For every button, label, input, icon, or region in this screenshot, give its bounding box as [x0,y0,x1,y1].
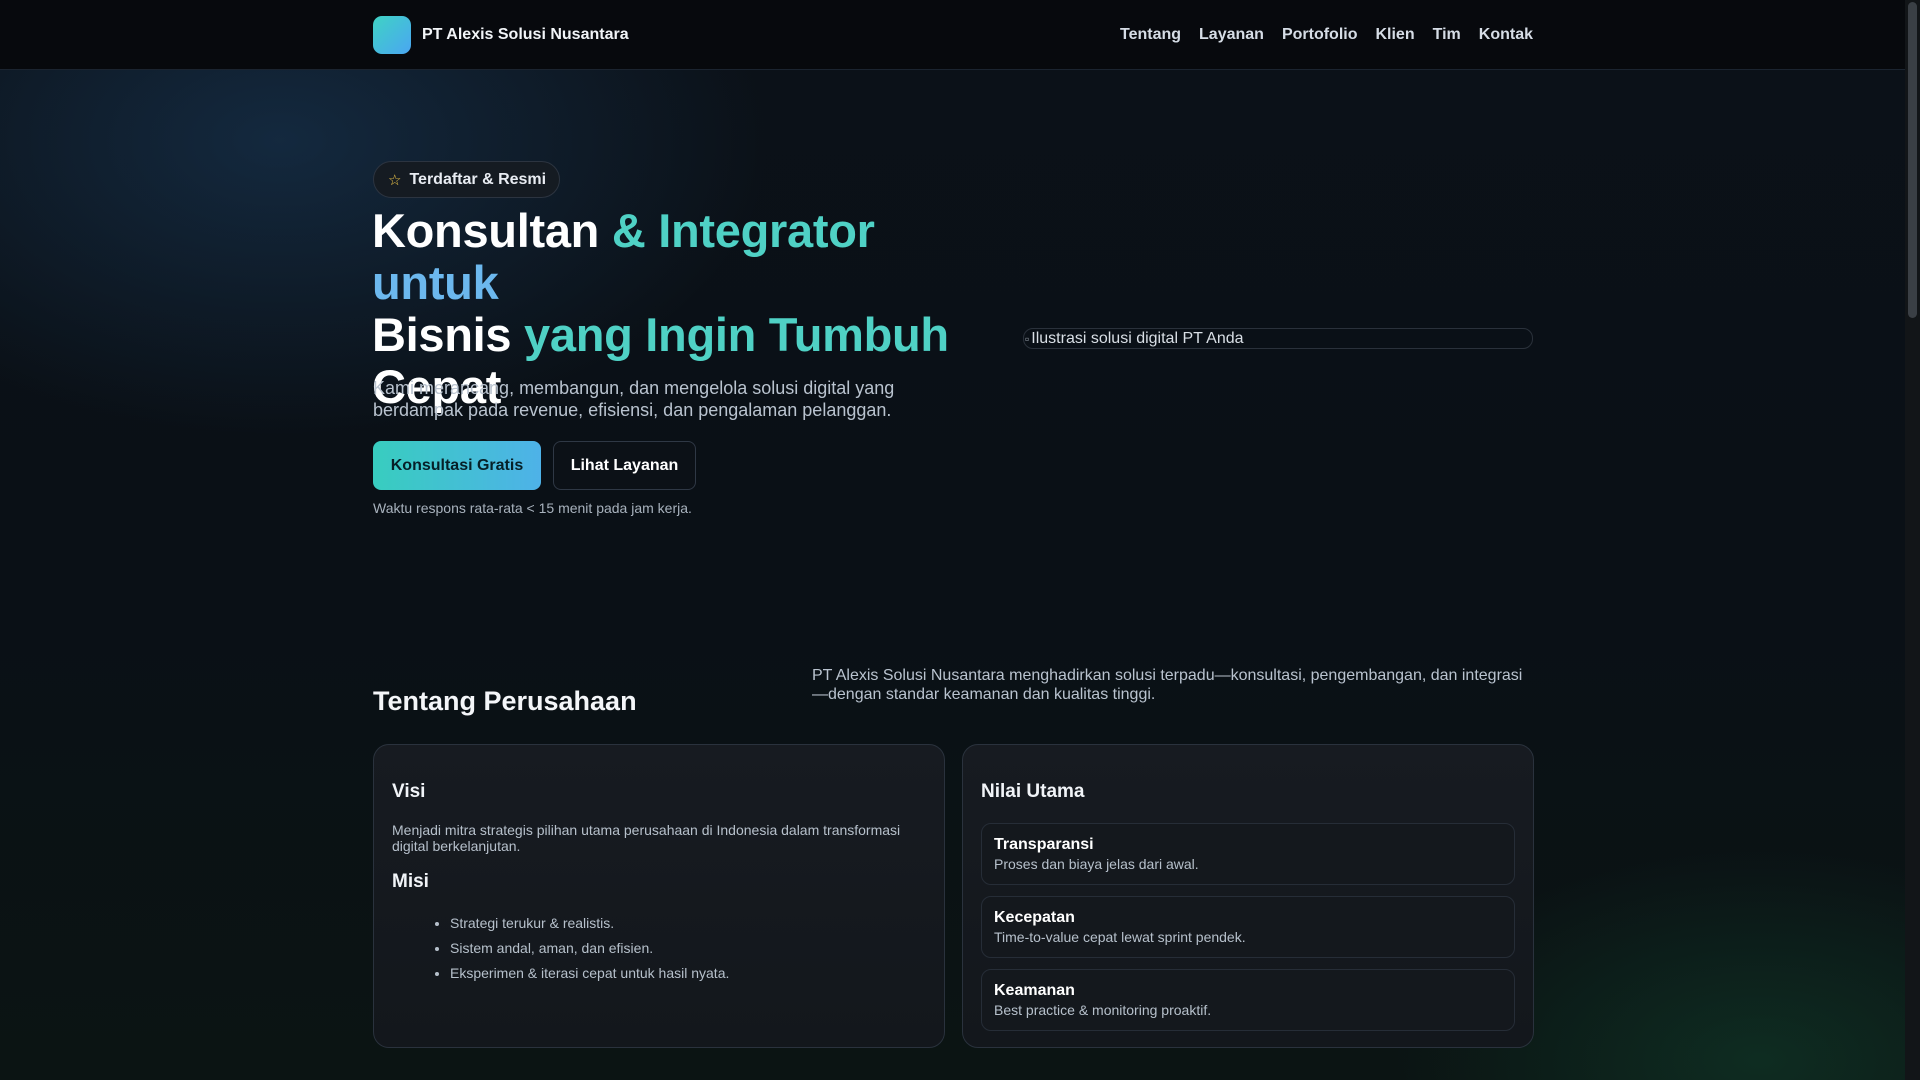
about-title: Tentang Perusahaan [373,686,637,716]
hero-title-part: & Integrator [611,204,875,257]
hero-title-part: yang Ingin Tumbuh [524,308,949,361]
brand-name: PT Alexis Solusi Nusantara [422,26,629,43]
vision-mission-card: Visi Menjadi mitra strategis pilihan uta… [373,744,945,1048]
brand[interactable]: PT Alexis Solusi Nusantara [373,16,629,54]
value-description: Time-to-value cepat lewat sprint pendek. [994,929,1246,945]
value-description: Best practice & monitoring proaktif. [994,1002,1212,1018]
page-scrollbar[interactable] [1905,0,1920,1080]
vision-text: Menjadi mitra strategis pilihan utama pe… [392,822,901,854]
main-nav: Tentang Layanan Portofolio Klien Tim Kon… [1102,0,1533,70]
registered-badge: ☆ Terdaftar & Resmi [373,161,561,198]
mission-item: Strategi terukur & realistis. [450,915,729,931]
broken-image-icon: ▫ [1025,331,1030,346]
free-consultation-button[interactable]: Konsultasi Gratis [373,441,541,490]
nav-link-tentang[interactable]: Tentang [1120,26,1181,44]
value-item-kecepatan: Kecepatan Time-to-value cepat lewat spri… [981,896,1515,958]
mission-list: Strategi terukur & realistis. Sistem and… [450,915,729,990]
value-title: Transparansi [994,836,1094,853]
hero-title-part: Bisnis [372,308,512,361]
hero-illustration: ▫ Ilustrasi solusi digital PT Anda [1023,328,1533,349]
core-values-card: Nilai Utama Transparansi Proses dan biay… [962,744,1534,1048]
about-description: PT Alexis Solusi Nusantara menghadirkan … [812,667,1523,703]
nav-link-klien[interactable]: Klien [1375,26,1414,44]
nav-link-kontak[interactable]: Kontak [1479,26,1533,44]
value-item-transparansi: Transparansi Proses dan biaya jelas dari… [981,823,1515,885]
core-values-title: Nilai Utama [981,781,1085,802]
logo-mark [373,16,411,54]
hero-image-alt: Ilustrasi solusi digital PT Anda [1031,329,1244,347]
scrollbar-thumb[interactable] [1908,2,1917,318]
vision-title: Visi [392,781,426,802]
value-title: Kecepatan [994,909,1075,926]
nav-link-portofolio[interactable]: Portofolio [1282,26,1358,44]
view-services-button[interactable]: Lihat Layanan [553,441,696,490]
nav-link-tim[interactable]: Tim [1433,26,1461,44]
value-title: Keamanan [994,982,1075,999]
value-item-keamanan: Keamanan Best practice & monitoring proa… [981,969,1515,1031]
hero-subtitle: Kami merancang, membangun, dan mengelola… [373,378,895,420]
star-icon: ☆ [388,171,402,189]
site-header: PT Alexis Solusi Nusantara Tentang Layan… [0,0,1905,70]
badge-label: Terdaftar & Resmi [409,170,547,188]
mission-title: Misi [392,871,429,892]
hero-title-part: untuk [372,256,499,309]
hero-title-part: Konsultan [372,204,600,257]
nav-link-layanan[interactable]: Layanan [1199,26,1264,44]
response-time-note: Waktu respons rata-rata < 15 menit pada … [373,500,692,516]
mission-item: Eksperimen & iterasi cepat untuk hasil n… [450,965,729,981]
mission-item: Sistem andal, aman, dan efisien. [450,940,729,956]
value-description: Proses dan biaya jelas dari awal. [994,856,1199,872]
